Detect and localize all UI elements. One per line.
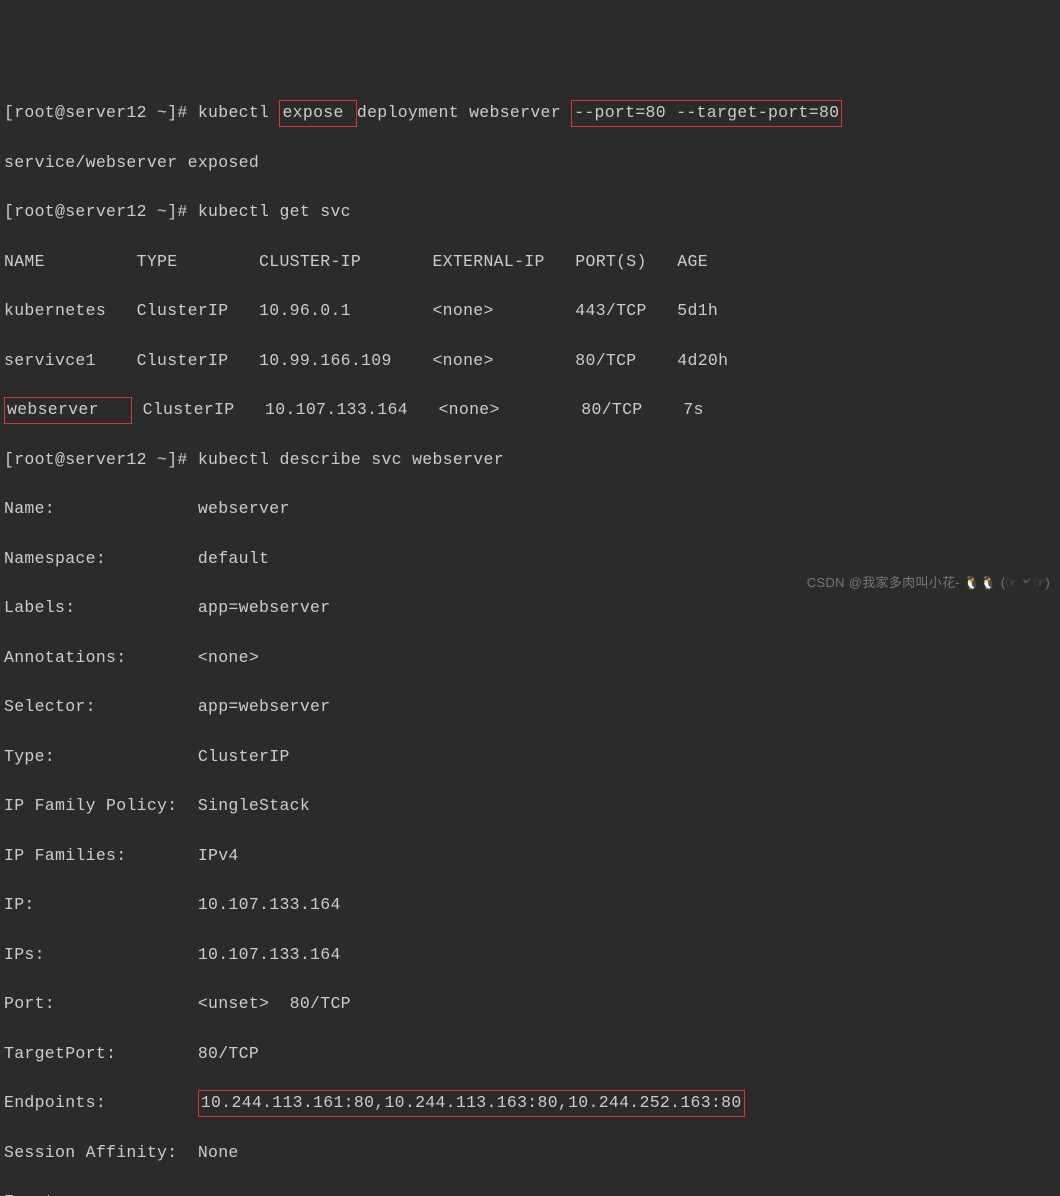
cmd-part: deployment webserver [357, 103, 571, 122]
svc-row: webserver ClusterIP 10.107.133.164 <none… [4, 398, 1056, 423]
svc-header: NAME TYPE CLUSTER-IP EXTERNAL-IP PORT(S)… [4, 250, 1056, 275]
describe-line: Annotations: <none> [4, 646, 1056, 671]
endpoints-label: Endpoints: [4, 1093, 198, 1112]
describe-line: TargetPort: 80/TCP [4, 1042, 1056, 1067]
describe-line: Port: <unset> 80/TCP [4, 992, 1056, 1017]
describe-line: IP Families: IPv4 [4, 844, 1056, 869]
describe-line: Labels: app=webserver [4, 596, 1056, 621]
cmd-line-1: [root@server12 ~]# kubectl expose deploy… [4, 101, 1056, 126]
shell-prompt[interactable]: [root@server12 ~]# [4, 103, 198, 122]
describe-line: Selector: app=webserver [4, 695, 1056, 720]
describe-endpoints: Endpoints: 10.244.113.161:80,10.244.113.… [4, 1091, 1056, 1116]
highlight-port-args: --port=80 --target-port=80 [571, 100, 842, 127]
describe-line: Events: <none> [4, 1190, 1056, 1196]
svc-row: servivce1 ClusterIP 10.99.166.109 <none>… [4, 349, 1056, 374]
watermark: CSDN @我家多肉叫小花- 🐧🐧 (☞ ৺ ☞) [807, 573, 1050, 593]
shell-prompt[interactable]: [root@server12 ~]# [4, 450, 198, 469]
describe-line: Name: webserver [4, 497, 1056, 522]
svc-row: kubernetes ClusterIP 10.96.0.1 <none> 44… [4, 299, 1056, 324]
cmd-text: kubectl describe svc webserver [198, 450, 504, 469]
output-line: service/webserver exposed [4, 151, 1056, 176]
highlight-expose: expose [279, 100, 356, 127]
cmd-part: kubectl [198, 103, 280, 122]
describe-line: Session Affinity: None [4, 1141, 1056, 1166]
describe-line: Type: ClusterIP [4, 745, 1056, 770]
cmd-line-2: [root@server12 ~]# kubectl get svc [4, 200, 1056, 225]
highlight-webserver: webserver [4, 397, 132, 424]
cmd-text: kubectl get svc [198, 202, 351, 221]
shell-prompt[interactable]: [root@server12 ~]# [4, 202, 198, 221]
highlight-endpoints: 10.244.113.161:80,10.244.113.163:80,10.2… [198, 1090, 745, 1117]
cmd-line-3: [root@server12 ~]# kubectl describe svc … [4, 448, 1056, 473]
describe-line: IP Family Policy: SingleStack [4, 794, 1056, 819]
describe-line: IPs: 10.107.133.164 [4, 943, 1056, 968]
svc-row-rest: ClusterIP 10.107.133.164 <none> 80/TCP 7… [132, 400, 703, 419]
describe-line: Namespace: default [4, 547, 1056, 572]
describe-line: IP: 10.107.133.164 [4, 893, 1056, 918]
